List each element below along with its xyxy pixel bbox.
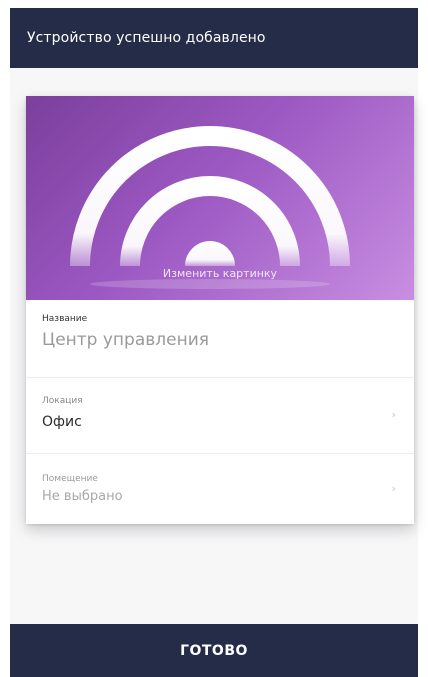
device-card: Изменить картинку Название Центр управле… (26, 96, 414, 524)
done-button-label: ГОТОВО (180, 642, 248, 659)
location-field[interactable]: Локация Офис › (26, 378, 414, 454)
device-image[interactable]: Изменить картинку (26, 96, 414, 300)
chevron-right-icon: › (391, 408, 396, 421)
location-field-value: Офис (42, 414, 82, 430)
name-field-value[interactable]: Центр управления (42, 330, 209, 350)
room-field-value: Не выбрано (42, 489, 123, 504)
header-title: Устройство успешно добавлено (27, 30, 266, 46)
app-header: Устройство успешно добавлено (10, 8, 418, 68)
change-image-link[interactable]: Изменить картинку (26, 267, 414, 280)
location-field-label: Локация (42, 396, 83, 406)
name-field[interactable]: Название Центр управления (26, 300, 414, 378)
room-field[interactable]: Помещение Не выбрано › (26, 454, 414, 524)
done-button[interactable]: ГОТОВО (10, 624, 418, 677)
room-field-label: Помещение (42, 474, 98, 484)
chevron-right-icon: › (391, 482, 396, 495)
name-field-label: Название (42, 314, 88, 324)
